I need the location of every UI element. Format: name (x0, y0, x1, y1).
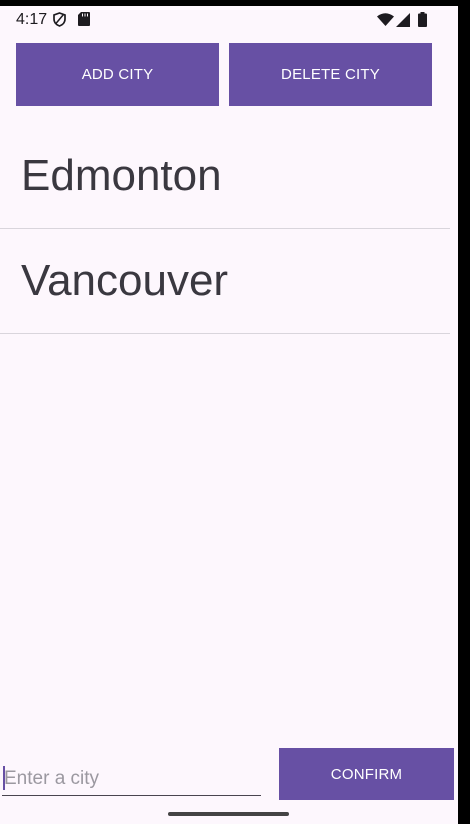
battery-icon (418, 12, 427, 32)
sd-card-icon (78, 12, 90, 31)
app-screen: 4:17 ADD CITY DELETE CITY Edmonton Vanco… (0, 6, 458, 824)
home-indicator[interactable] (168, 812, 289, 816)
wifi-icon (377, 13, 394, 31)
city-name: Edmonton (21, 151, 222, 200)
city-name: Vancouver (21, 256, 229, 305)
confirm-button[interactable]: CONFIRM (279, 748, 454, 800)
status-time: 4:17 (16, 11, 48, 28)
list-item[interactable]: Edmonton (0, 124, 450, 229)
delete-city-button[interactable]: DELETE CITY (229, 43, 432, 106)
city-list: Edmonton Vancouver (0, 124, 450, 334)
shield-icon (53, 12, 66, 32)
city-input[interactable] (2, 762, 261, 796)
status-bar: 4:17 (0, 6, 458, 34)
add-city-button[interactable]: ADD CITY (16, 43, 219, 106)
signal-icon (396, 13, 410, 32)
text-cursor (3, 766, 5, 790)
list-item[interactable]: Vancouver (0, 229, 450, 334)
